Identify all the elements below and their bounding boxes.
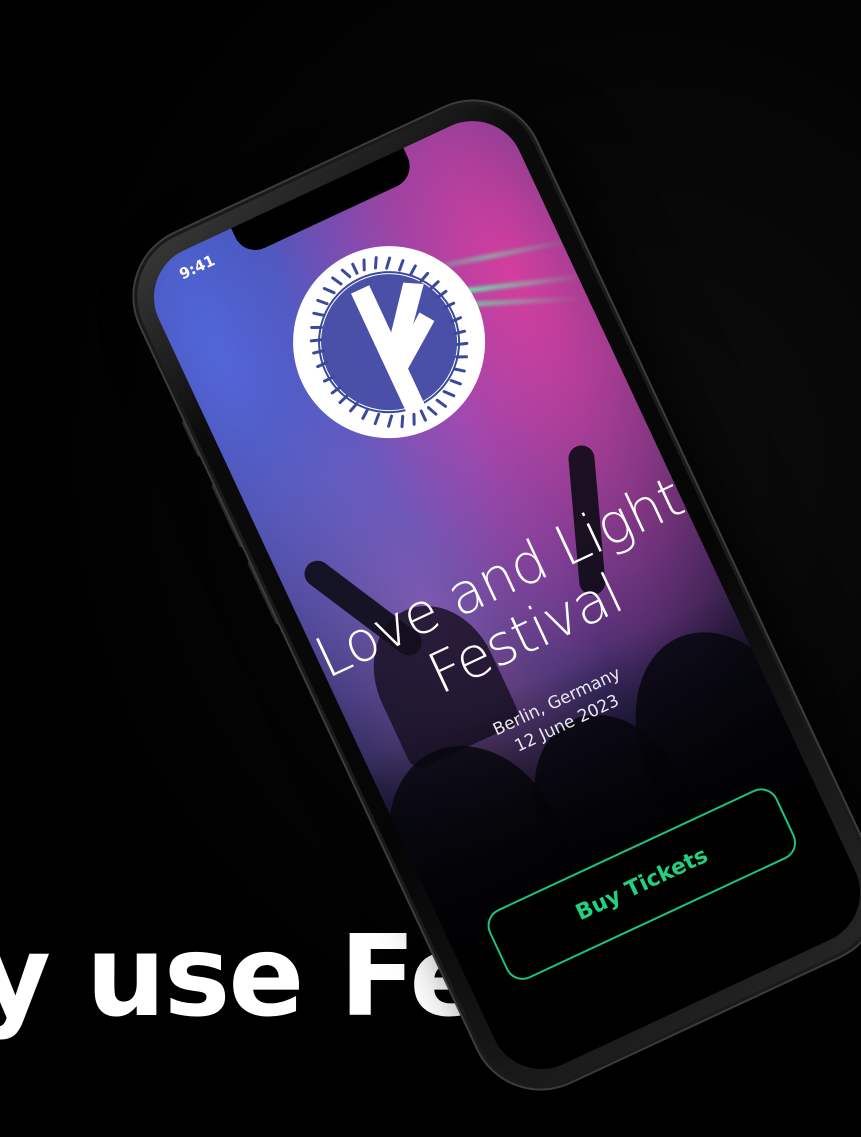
fehu-rune-circle-logo-icon bbox=[293, 246, 486, 439]
status-bar-time: 9:41 bbox=[176, 251, 218, 284]
promo-stage: 9:41 Love and Light Festival Berlin, Ger… bbox=[0, 0, 861, 1137]
